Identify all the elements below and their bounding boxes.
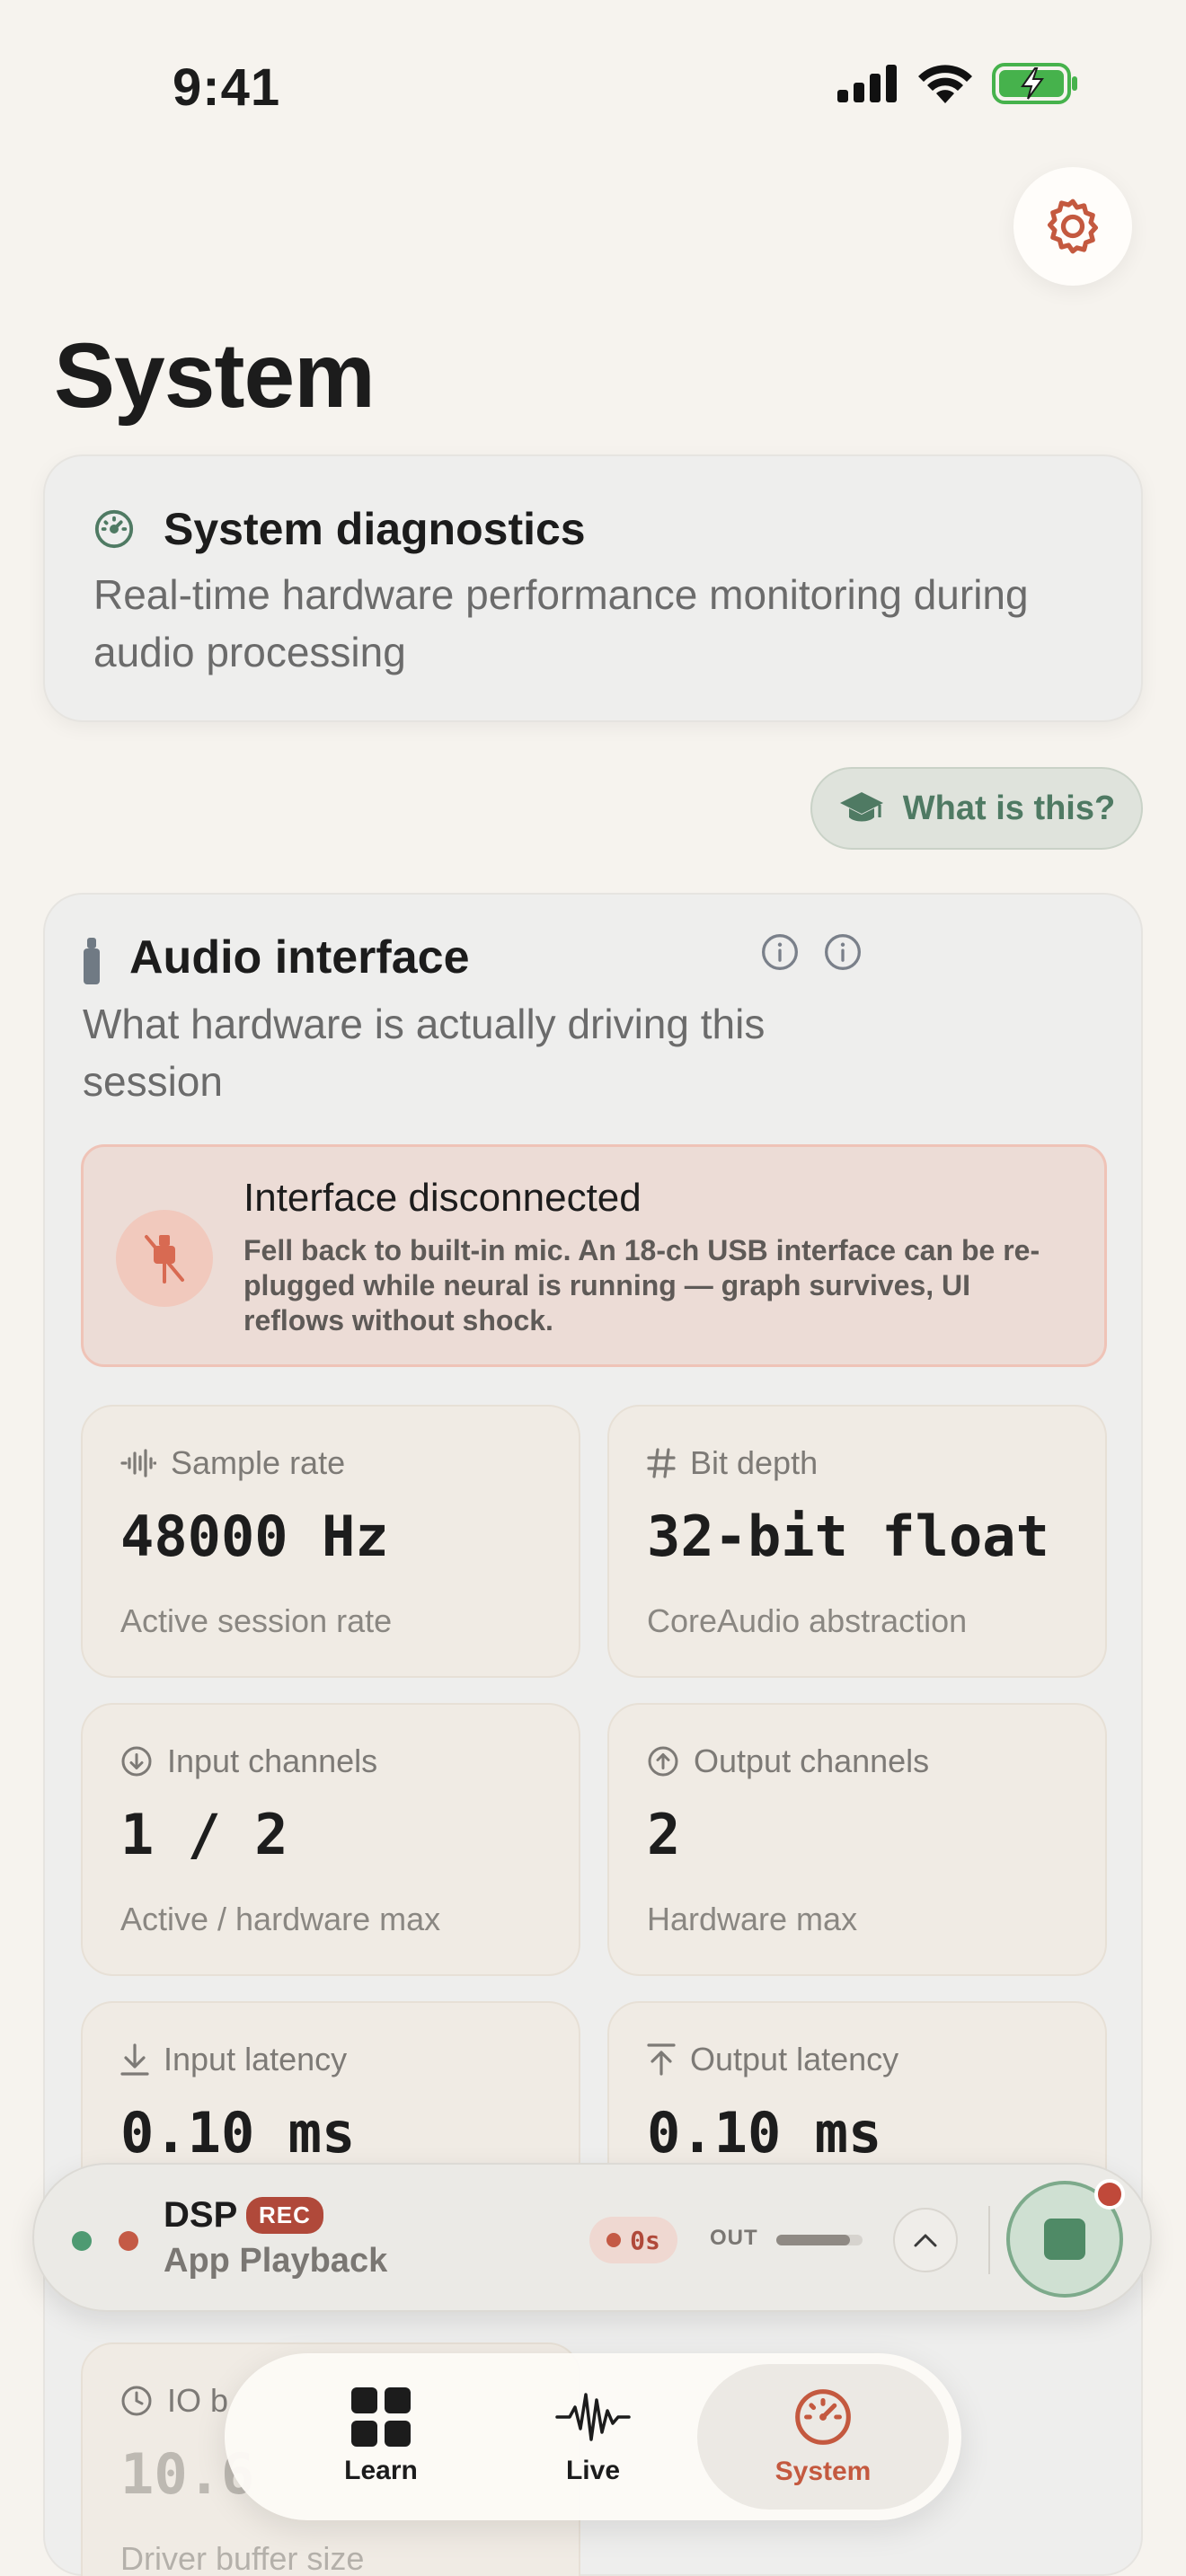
unplugged-icon: [145, 1235, 184, 1284]
metric-sample-rate: Sample rate 48000 Hz Active session rate: [81, 1405, 580, 1678]
audio-interface-title: Audio interface: [129, 931, 470, 984]
metric-value: 2: [647, 1802, 681, 1867]
audio-interface-card: Audio interface What hardware is actuall…: [43, 893, 1143, 2576]
metric-value: 1 / 2: [120, 1802, 288, 1867]
arrow-up-circle-icon: [648, 1746, 678, 1777]
record-status-dot: [119, 2231, 138, 2251]
wifi-icon: [918, 65, 972, 103]
gear-icon: [1048, 198, 1098, 254]
settings-button[interactable]: [1013, 167, 1132, 286]
alert-body: Fell back to built-in mic. An 18-ch USB …: [243, 1234, 1040, 1337]
output-label: OUT: [710, 2226, 758, 2250]
arrow-down-circle-icon: [121, 1746, 152, 1777]
tab-label: Live: [565, 2456, 621, 2485]
arrow-down-bar-icon: [120, 2043, 149, 2076]
waveform-icon: [555, 2393, 631, 2441]
grid-icon: [351, 2387, 411, 2447]
what-is-this-label: What is this?: [902, 789, 1116, 827]
audio-interface-subtitle: What hardware is actually driving this s…: [83, 1001, 766, 1105]
diagnostics-title: System diagnostics: [164, 504, 586, 554]
status-bar: 9:41: [0, 0, 1186, 171]
tab-label: Learn: [344, 2456, 418, 2485]
diagnostics-card: System diagnostics Real-time hardware pe…: [43, 454, 1143, 722]
record-timer-value: 0s: [630, 2225, 660, 2255]
metric-label: Input channels: [167, 1742, 378, 1779]
stop-icon: [1044, 2219, 1085, 2260]
clock-icon: [121, 2386, 152, 2416]
metric-caption: Active / hardware max: [120, 1901, 441, 1937]
diagnostics-description: Real-time hardware performance monitorin…: [93, 571, 1029, 675]
metric-label: Output channels: [694, 1742, 930, 1779]
audio-jack-icon: [84, 938, 100, 984]
waveform-icon: [120, 1449, 156, 1478]
divider: [988, 2206, 990, 2274]
output-level-meter: [776, 2235, 863, 2245]
info-icons: [760, 932, 863, 972]
alert-title: Interface disconnected: [243, 1176, 642, 1220]
metric-caption: Hardware max: [647, 1901, 858, 1937]
speedometer-icon: [795, 2389, 851, 2445]
metric-value: 0.10 ms: [647, 2100, 882, 2166]
battery-icon: [992, 63, 1077, 104]
disconnected-alert: Interface disconnected Fell back to buil…: [81, 1144, 1107, 1367]
metric-output-channels: Output channels 2 Hardware max: [607, 1703, 1107, 1976]
tab-system[interactable]: System: [697, 2364, 949, 2510]
output-level-fill: [776, 2235, 850, 2245]
info-icon[interactable]: [823, 932, 863, 972]
metric-caption: Driver buffer size: [120, 2540, 365, 2576]
gauge-icon: [94, 509, 134, 549]
status-time: 9:41: [173, 58, 281, 117]
metric-value: 48000 Hz: [120, 1504, 389, 1569]
metric-value: 32-bit float: [647, 1504, 1049, 1569]
metric-bit-depth: Bit depth 32-bit float CoreAudio abstrac…: [607, 1405, 1107, 1678]
arrow-up-bar-icon: [647, 2043, 676, 2076]
tab-live[interactable]: Live: [467, 2364, 719, 2510]
graduation-cap-icon: [839, 792, 883, 822]
info-icon[interactable]: [760, 932, 800, 972]
what-is-this-button[interactable]: What is this?: [810, 767, 1143, 850]
metric-label: Sample rate: [171, 1444, 346, 1481]
playback-source: App Playback: [164, 2242, 388, 2280]
metric-label: Input latency: [164, 2041, 348, 2078]
tab-bar: Learn Live System: [225, 2353, 961, 2520]
metric-label: Bit depth: [690, 1444, 819, 1481]
metric-label: IO b: [167, 2382, 229, 2419]
metric-caption: Active session rate: [120, 1602, 393, 1639]
notification-dot: [1094, 2179, 1125, 2210]
status-icons: [837, 63, 1078, 104]
metric-input-channels: Input channels 1 / 2 Active / hardware m…: [81, 1703, 580, 1976]
record-timer: 0s: [589, 2217, 677, 2263]
hash-icon: [647, 1448, 676, 1478]
playback-bar[interactable]: DSP REC App Playback 0s OUT: [32, 2163, 1152, 2312]
input-status-dot: [72, 2231, 92, 2251]
metric-label: Output latency: [690, 2041, 899, 2078]
expand-button[interactable]: [893, 2208, 958, 2272]
metric-caption: CoreAudio abstraction: [647, 1602, 968, 1639]
rec-badge: REC: [246, 2197, 323, 2234]
playback-title: DSP: [164, 2195, 238, 2235]
metric-value: 0.10 ms: [120, 2100, 356, 2166]
record-dot-icon: [606, 2233, 622, 2247]
chevron-up-icon: [914, 2234, 937, 2247]
tab-label: System: [774, 2457, 872, 2486]
signal-icon: [837, 65, 897, 102]
page-title: System: [54, 324, 376, 427]
alert-icon-badge: [116, 1210, 213, 1307]
